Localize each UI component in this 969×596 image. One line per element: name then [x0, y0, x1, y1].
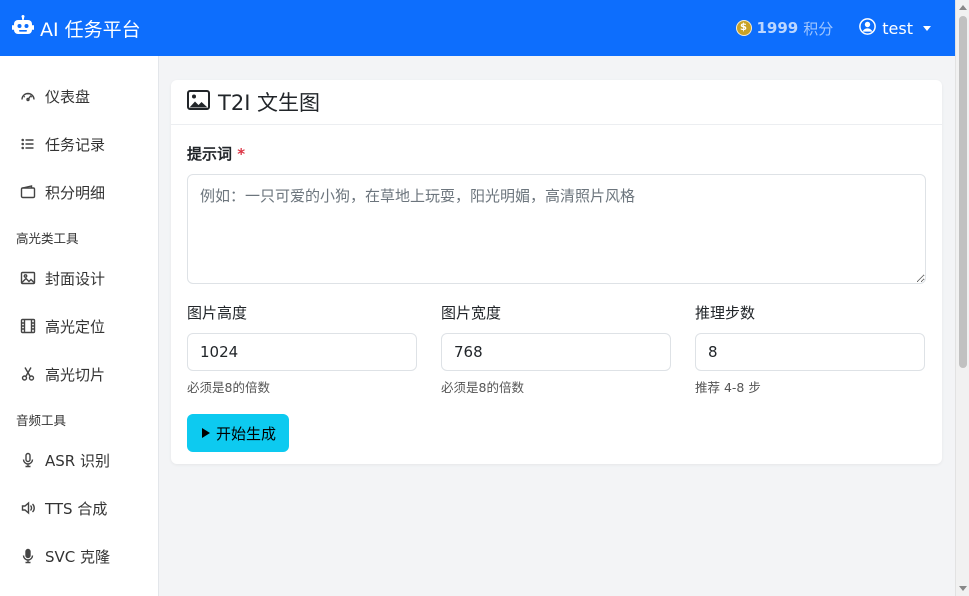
width-label: 图片宽度	[441, 304, 502, 322]
list-icon	[21, 138, 34, 150]
card-body: 提示词 * 图片高度 必须是8的倍数 图片宽度 必须是8的倍数 推理步数	[171, 125, 942, 452]
chevron-down-icon	[923, 25, 931, 31]
height-field-group: 图片高度 必须是8的倍数	[187, 302, 417, 396]
scroll-up-icon[interactable]	[959, 5, 967, 10]
user-circle-icon	[859, 17, 877, 39]
volume-icon	[21, 501, 35, 515]
scroll-down-icon[interactable]	[959, 586, 967, 591]
params-row: 图片高度 必须是8的倍数 图片宽度 必须是8的倍数 推理步数 推荐 4-8 步	[187, 302, 926, 396]
height-input[interactable]	[187, 333, 417, 371]
top-navbar: AI 任务平台 $ 1999 积分 test	[0, 0, 955, 56]
t2i-card: T2I 文生图 提示词 * 图片高度 必须是8的倍数 图片宽度 必须是8的倍数	[171, 80, 942, 464]
page-title: T2I 文生图	[218, 91, 321, 115]
points-value: 1999	[756, 19, 799, 37]
robot-icon	[12, 14, 34, 42]
height-hint: 必须是8的倍数	[187, 380, 270, 395]
sidebar-item-svc[interactable]: SVC 克隆	[0, 532, 158, 580]
prompt-textarea[interactable]	[187, 174, 926, 284]
sidebar-item-dashboard[interactable]: 仪表盘	[0, 72, 158, 120]
steps-hint: 推荐 4-8 步	[695, 380, 761, 395]
height-label: 图片高度	[187, 304, 248, 322]
mic-fill-icon	[22, 548, 34, 564]
required-mark: *	[237, 145, 246, 163]
brand-title: AI 任务平台	[40, 18, 141, 41]
prompt-label: 提示词 *	[187, 145, 246, 163]
wallet-icon	[20, 185, 36, 199]
points-label: 积分	[803, 19, 834, 38]
width-input[interactable]	[441, 333, 671, 371]
sidebar-item-cover-design[interactable]: 封面设计	[0, 254, 158, 302]
sidebar: 仪表盘 任务记录 积分明细 高光类工具 封面设计 高光定位 高光切片 音频工具 …	[0, 56, 159, 596]
width-hint: 必须是8的倍数	[441, 380, 524, 395]
image-icon	[20, 271, 36, 285]
sidebar-item-points-detail[interactable]: 积分明细	[0, 168, 158, 216]
sidebar-item-highlight-locate[interactable]: 高光定位	[0, 302, 158, 350]
scroll-thumb[interactable]	[959, 16, 967, 368]
sidebar-item-asr[interactable]: ASR 识别	[0, 436, 158, 484]
card-header: T2I 文生图	[171, 80, 942, 125]
brand[interactable]: AI 任务平台	[12, 14, 141, 42]
steps-input[interactable]	[695, 333, 925, 371]
start-generate-button[interactable]: 开始生成	[187, 414, 290, 452]
navbar-right: $ 1999 积分 test	[735, 17, 931, 39]
sidebar-item-tts[interactable]: TTS 合成	[0, 484, 158, 532]
film-icon	[20, 318, 36, 334]
width-field-group: 图片宽度 必须是8的倍数	[441, 302, 671, 396]
username: test	[882, 18, 913, 38]
speedometer-icon	[21, 92, 35, 102]
sidebar-section-audio: 音频工具	[16, 412, 67, 428]
sidebar-item-highlight-clip[interactable]: 高光切片	[0, 350, 158, 398]
play-icon	[202, 428, 210, 438]
page-scrollbar[interactable]	[955, 0, 969, 596]
sidebar-section-highlight: 高光类工具	[16, 230, 79, 246]
mic-icon	[22, 452, 34, 468]
image-icon	[187, 89, 210, 115]
sidebar-item-task-records[interactable]: 任务记录	[0, 120, 158, 168]
points-display: $ 1999 积分	[735, 18, 834, 39]
user-menu[interactable]: test	[859, 17, 931, 39]
sidebar-section-image: 图像工具	[0, 580, 158, 596]
app-root: AI 任务平台 $ 1999 积分 test 仪表盘 任务记录 积分明细 高光类…	[0, 0, 969, 596]
scissors-icon	[21, 367, 35, 381]
coin-icon: $	[735, 20, 752, 36]
steps-field-group: 推理步数 推荐 4-8 步	[695, 302, 925, 396]
steps-label: 推理步数	[695, 304, 756, 322]
